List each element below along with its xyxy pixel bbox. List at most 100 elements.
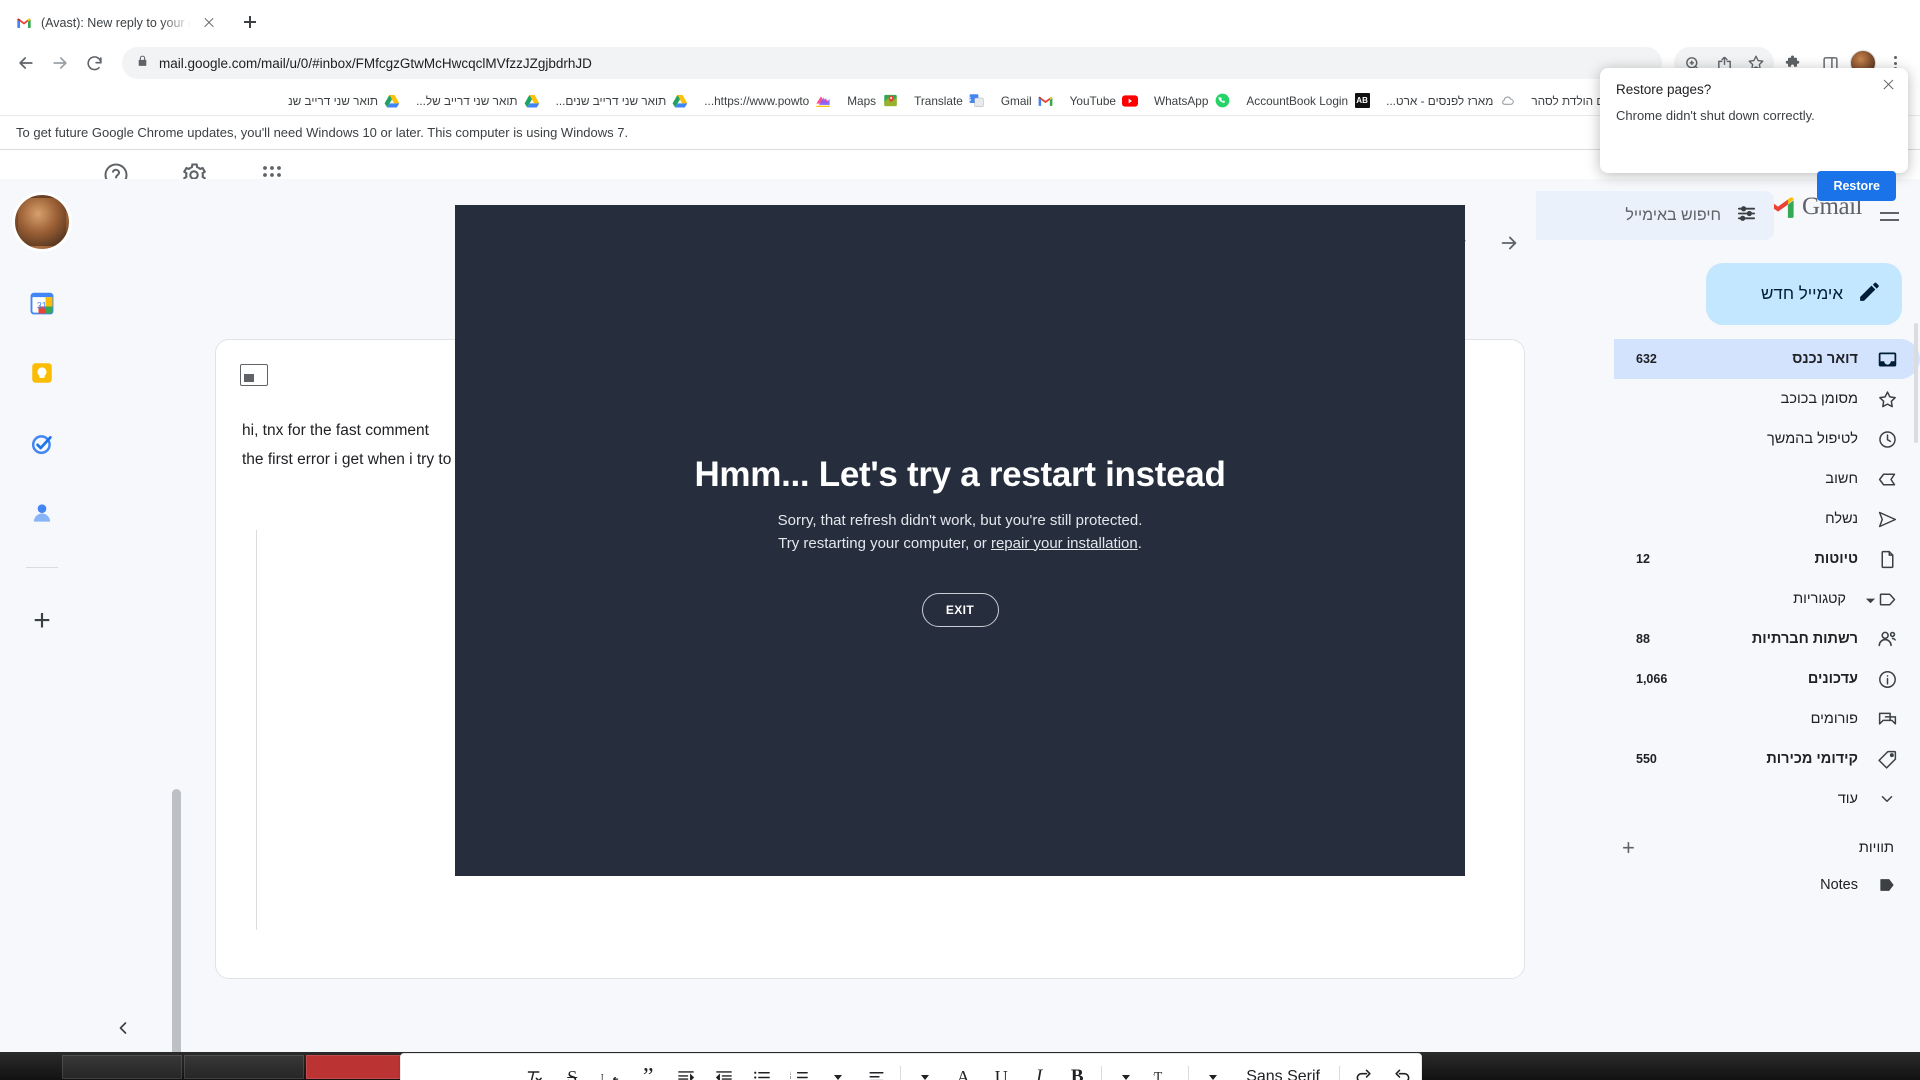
- sidebar-item-notes[interactable]: Notes: [1614, 865, 1920, 905]
- social-icon: [1876, 628, 1898, 650]
- sidebar-item-3[interactable]: חשוב: [1614, 459, 1920, 499]
- contacts-icon[interactable]: [26, 497, 58, 529]
- bookmark-label: YouTube: [1069, 93, 1116, 108]
- remove-formatting-icon[interactable]: [515, 1057, 553, 1080]
- bookmark-item[interactable]: WhatsApp: [1147, 90, 1237, 112]
- bookmark-item[interactable]: YouTube: [1063, 90, 1145, 112]
- align-caret-icon[interactable]: [819, 1057, 857, 1080]
- align-icon[interactable]: [857, 1057, 895, 1080]
- draft-icon: [1876, 548, 1898, 570]
- font-family-caret-icon[interactable]: [1194, 1057, 1232, 1080]
- bookmark-item[interactable]: G Translate: [907, 90, 992, 112]
- bookmark-item[interactable]: תואר שני דרייב של...: [409, 90, 547, 112]
- rtl-ltr-direction-icon[interactable]: ¶: [591, 1057, 629, 1080]
- font-size-icon[interactable]: TT: [1145, 1057, 1183, 1080]
- avast-line-2: Try restarting your computer, or repair …: [778, 532, 1143, 555]
- taskbar-item[interactable]: [62, 1055, 182, 1079]
- back-arrow-icon[interactable]: [10, 47, 42, 79]
- sidebar-item-6[interactable]: קטגוריות: [1614, 579, 1920, 619]
- avast-exit-button[interactable]: EXIT: [921, 592, 999, 627]
- text-color-caret-icon[interactable]: [906, 1057, 944, 1080]
- sidebar-item-count: 88: [1636, 632, 1650, 646]
- labels-header: תוויות +: [1600, 819, 1920, 865]
- bookmark-item[interactable]: Gmail: [994, 90, 1061, 112]
- keep-icon[interactable]: [26, 357, 58, 389]
- sidebar-item-11[interactable]: עוד: [1614, 779, 1920, 819]
- undo-icon[interactable]: [1383, 1057, 1421, 1080]
- redo-icon[interactable]: [1345, 1057, 1383, 1080]
- indent-less-icon[interactable]: [667, 1057, 705, 1080]
- sidebar-item-5[interactable]: טיוטות 12: [1614, 539, 1920, 579]
- restore-dialog-message: Chrome didn't shut down correctly.: [1616, 108, 1815, 123]
- bookmark-item[interactable]: תואר שני דרייב שנ: [281, 90, 407, 112]
- restore-dialog-close-icon[interactable]: [1878, 74, 1898, 94]
- tasks-icon[interactable]: [26, 427, 58, 459]
- restore-button[interactable]: Restore: [1817, 171, 1896, 201]
- window-minimize-button[interactable]: –: [1785, 0, 1830, 30]
- bookmark-label: Translate: [914, 93, 963, 108]
- sidebar-item-9[interactable]: פורומים: [1614, 699, 1920, 739]
- window-close-button[interactable]: ✕: [1875, 0, 1920, 30]
- sidebar-item-8[interactable]: עדכונים 1,066: [1614, 659, 1920, 699]
- tab-close-icon[interactable]: [200, 14, 218, 32]
- sidebar-item-7[interactable]: רשתות חברתיות 88: [1614, 619, 1920, 659]
- repair-installation-link[interactable]: repair your installation: [991, 535, 1138, 552]
- ab-icon: AB: [1354, 93, 1370, 109]
- bookmark-item[interactable]: תואר שני דרייב שנים...: [549, 90, 696, 112]
- create-label-icon[interactable]: +: [1622, 837, 1635, 859]
- search-options-icon[interactable]: [1735, 202, 1758, 230]
- bookmark-item[interactable]: Maps: [840, 90, 905, 112]
- start-button[interactable]: [0, 1052, 60, 1080]
- compose-button[interactable]: אימייל חדש: [1706, 263, 1902, 325]
- indent-more-icon[interactable]: [705, 1057, 743, 1080]
- reload-icon[interactable]: [78, 47, 110, 79]
- text-color-icon[interactable]: A: [944, 1057, 982, 1080]
- expand-caret-icon[interactable]: [1864, 593, 1876, 605]
- avast-line-2-prefix: Try restarting your computer, or: [778, 534, 991, 552]
- avast-title: Hmm... Let's try a restart instead: [694, 454, 1226, 494]
- sidebar-item-label: רשתות חברתיות: [1751, 631, 1858, 647]
- bookmark-label: תואר שני דרייב שנים...: [555, 93, 667, 108]
- taskbar-item[interactable]: [184, 1055, 304, 1079]
- sidebar-scrollbar[interactable]: [1914, 323, 1918, 443]
- bookmark-item[interactable]: https://www.powto...: [697, 90, 838, 112]
- bookmark-item[interactable]: מארז לפנסים - ארט...: [1379, 90, 1522, 112]
- underline-icon[interactable]: U: [982, 1057, 1020, 1080]
- strikethrough-icon[interactable]: S: [553, 1057, 591, 1080]
- gmail-sidebar: אימייל חדש דואר נכנס 632 מסומן בכוכב לטיפול…: [1600, 251, 1920, 1052]
- italic-icon[interactable]: I: [1020, 1057, 1058, 1080]
- browser-tab[interactable]: (Avast): New reply to your questi: [6, 6, 228, 40]
- new-tab-button[interactable]: [236, 8, 264, 36]
- font-size-caret-icon[interactable]: [1107, 1057, 1145, 1080]
- sidebar-item-1[interactable]: מסומן בכוכב: [1614, 379, 1920, 419]
- numbered-list-icon[interactable]: 123: [781, 1057, 819, 1080]
- sidebar-item-0[interactable]: דואר נכנס 632: [1614, 339, 1920, 379]
- sidebar-item-4[interactable]: נשלח: [1614, 499, 1920, 539]
- labels-title: תוויות: [1858, 840, 1894, 856]
- forward-arrow-icon[interactable]: [44, 47, 76, 79]
- bold-icon[interactable]: B: [1058, 1057, 1096, 1080]
- maps-icon: [882, 93, 898, 109]
- sidebar-item-label: מסומן בכוכב: [1780, 391, 1858, 407]
- compose-formatting-toolbar: Sans Serif TT B I U A 123: [400, 1053, 1422, 1080]
- youtube-icon: [1121, 93, 1138, 109]
- main-menu-hamburger-icon[interactable]: [1872, 199, 1906, 233]
- collapse-sidebar-chevron-icon[interactable]: [106, 1011, 140, 1045]
- back-to-inbox-arrow-icon[interactable]: [1494, 228, 1524, 258]
- sidebar-item-2[interactable]: לטיפול בהמשך: [1614, 419, 1920, 459]
- sidebar-item-label: פורומים: [1810, 711, 1858, 727]
- message-scrollbar[interactable]: [172, 789, 181, 1080]
- calendar-icon[interactable]: 31: [26, 287, 58, 319]
- bulleted-list-icon[interactable]: [743, 1057, 781, 1080]
- bookmark-label: Gmail: [1000, 93, 1032, 108]
- bookmark-item[interactable]: AB AccountBook Login: [1239, 90, 1377, 112]
- address-bar[interactable]: mail.google.com/mail/u/0/#inbox/FMfcgzGt…: [122, 47, 1662, 79]
- window-maximize-button[interactable]: □: [1830, 0, 1875, 30]
- profile-avatar[interactable]: [12, 192, 72, 252]
- quote-icon[interactable]: ”: [629, 1057, 667, 1080]
- sidebar-item-10[interactable]: קידומי מכירות 550: [1614, 739, 1920, 779]
- add-app-icon[interactable]: +: [33, 606, 51, 636]
- drive-icon: [524, 93, 540, 109]
- svg-text:2: 2: [790, 1075, 792, 1080]
- font-family-select[interactable]: Sans Serif: [1232, 1068, 1334, 1080]
